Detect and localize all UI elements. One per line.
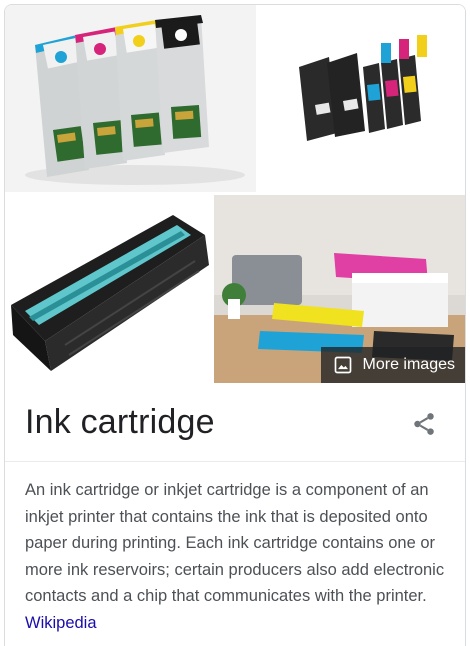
more-images-label: More images [362,356,455,373]
image-icon [334,356,351,374]
entity-description: An ink cartridge or inkjet cartridge is … [25,477,453,636]
ink-cartridges-four-color-image [5,5,256,192]
knowledge-panel: More images Ink cartridge An ink cartrid… [4,4,466,646]
gallery-image-cartridge-set[interactable] [259,5,465,192]
entity-title: Ink cartridge [25,403,215,441]
ink-cartridges-set-image [259,5,465,192]
more-images-button[interactable]: More images [320,347,465,383]
gallery-image-ink-cartridges[interactable] [5,5,256,192]
image-gallery: More images [5,5,465,383]
gallery-image-toner-cartridge[interactable] [5,195,211,383]
title-row: Ink cartridge [5,383,465,462]
share-icon[interactable] [411,411,437,437]
description-text: An ink cartridge or inkjet cartridge is … [25,481,445,605]
wikipedia-link[interactable]: Wikipedia [25,614,97,632]
toner-cartridge-image [5,195,211,383]
